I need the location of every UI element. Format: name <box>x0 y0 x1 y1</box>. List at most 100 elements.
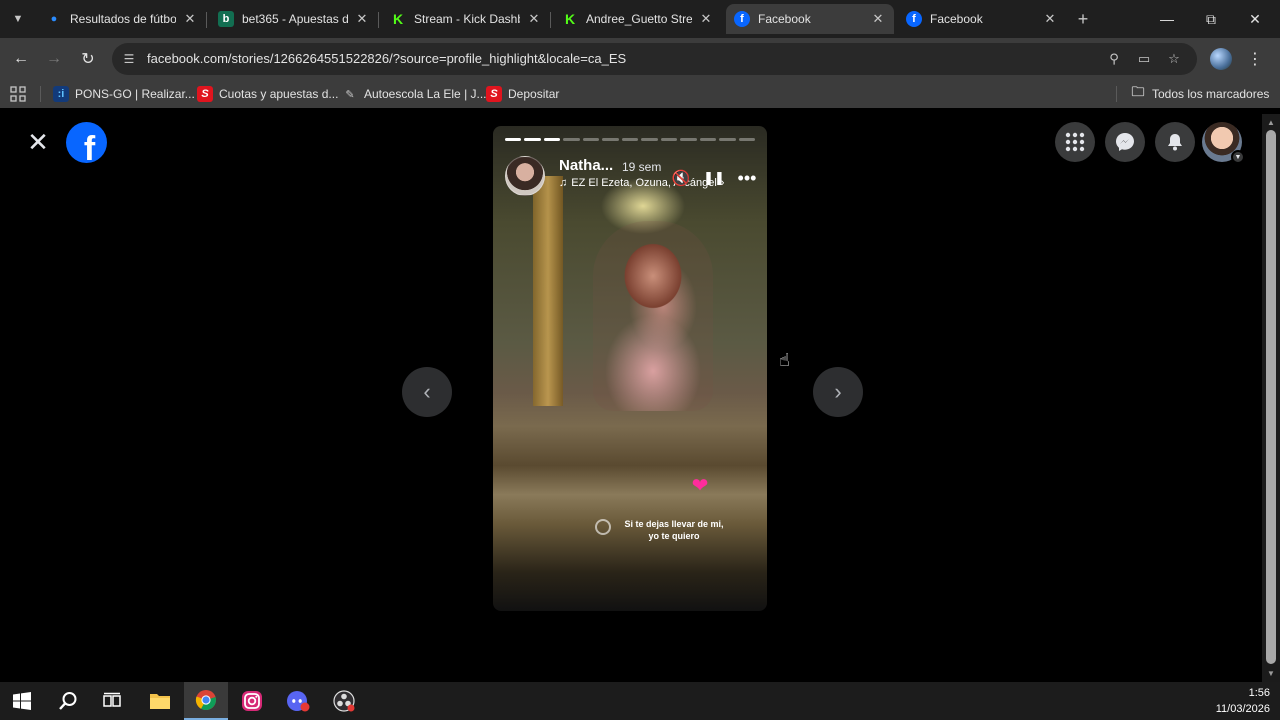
music-note-icon: ♫ <box>559 177 568 189</box>
story-author-name[interactable]: Natha... <box>559 157 613 174</box>
story-progress-segment <box>524 138 541 141</box>
heart-sticker-icon: ❤ <box>691 474 709 497</box>
back-button[interactable]: ← <box>8 46 34 72</box>
bookmark-autoescola[interactable]: ✎ Autoescola La Ele | J... <box>342 84 486 104</box>
site-info-icon[interactable]: ☰ <box>120 50 138 68</box>
bookmark-depositar[interactable]: S Depositar <box>486 84 559 104</box>
address-bar[interactable]: ☰ facebook.com/stories/1266264551522826/… <box>112 43 1197 75</box>
story-image-detail <box>533 176 563 406</box>
menu-grid-button[interactable] <box>1055 122 1095 162</box>
browser-toolbar: ← → ↻ ☰ facebook.com/stories/12662645515… <box>0 38 1280 80</box>
tab-bet365[interactable]: b bet365 - Apuestas de ✕ <box>210 4 378 34</box>
story-progress-segment <box>719 138 736 141</box>
pause-icon[interactable]: ❚❚ <box>703 168 725 188</box>
scroll-down-arrow-icon[interactable]: ▼ <box>1266 668 1276 678</box>
page-scrollbar[interactable]: ▲ ▼ <box>1262 114 1280 682</box>
tab-strip: ▼ ● Resultados de fútbol ✕ b bet365 - Ap… <box>0 0 1280 38</box>
reload-button[interactable]: ↻ <box>75 46 101 72</box>
more-options-icon[interactable]: ••• <box>737 168 757 188</box>
chevron-down-icon[interactable]: ▼ <box>1231 150 1245 164</box>
bookmark-separator <box>40 86 41 102</box>
facebook-logo[interactable]: f <box>66 122 107 163</box>
discord-taskbar-button[interactable] <box>276 682 320 720</box>
close-window-button[interactable]: ✕ <box>1233 0 1277 38</box>
mute-icon[interactable]: 🔇 <box>671 168 691 188</box>
story-progress-segment <box>602 138 619 141</box>
tab-kick-dashboard[interactable]: K Stream - Kick Dashb ✕ <box>382 4 550 34</box>
bookmark-pons[interactable]: :i PONS-GO | Realizar... <box>53 84 195 104</box>
browser-menu-icon[interactable]: ⋮ <box>1245 47 1265 71</box>
close-tab-icon[interactable]: ✕ <box>1042 11 1058 27</box>
obs-icon <box>333 690 355 712</box>
lyrics-icon <box>595 519 611 535</box>
story-progress-segment <box>582 138 600 141</box>
story-progress-segment <box>641 138 658 141</box>
next-story-button[interactable]: › <box>813 367 863 417</box>
story-card[interactable]: Natha... 19 sem ♫ EZ El Ezeta, Ozuna, Ar… <box>493 126 767 611</box>
story-progress-segment <box>621 138 639 141</box>
discord-icon <box>287 691 310 712</box>
apps-grid-icon[interactable] <box>10 86 26 102</box>
instagram-taskbar-button[interactable] <box>230 682 274 720</box>
bookmark-separator <box>1116 86 1117 102</box>
close-tab-icon[interactable]: ✕ <box>354 11 370 27</box>
search-icon <box>59 692 77 710</box>
hand-cursor-icon: ☝ <box>779 350 790 370</box>
url-text[interactable]: facebook.com/stories/1266264551522826/?s… <box>147 51 626 66</box>
sportium-icon: S <box>486 86 502 102</box>
bookmark-cuotas[interactable]: S Cuotas y apuestas d... <box>197 84 338 104</box>
profile-avatar[interactable] <box>1210 48 1232 70</box>
story-progress-segment <box>563 138 580 141</box>
search-button[interactable] <box>46 682 90 720</box>
chrome-icon <box>195 690 216 711</box>
cast-icon[interactable]: ▭ <box>1134 49 1154 69</box>
close-tab-icon[interactable]: ✕ <box>870 11 886 27</box>
task-view-icon <box>103 692 121 707</box>
story-progress-segment <box>738 138 756 141</box>
tab-resultados[interactable]: ● Resultados de fútbol ✕ <box>38 4 206 34</box>
previous-story-button[interactable]: ‹ <box>402 367 452 417</box>
tab-separator <box>378 12 379 28</box>
tab-facebook-active[interactable]: f Facebook ✕ <box>726 4 894 34</box>
story-author-avatar[interactable] <box>505 156 545 196</box>
livescore-icon: ● <box>50 13 58 25</box>
zoom-icon[interactable]: ⚲ <box>1104 49 1124 69</box>
new-tab-button[interactable]: + <box>1073 9 1093 29</box>
start-button[interactable] <box>0 682 44 720</box>
tab-andree-stream[interactable]: K Andree_Guetto Strea ✕ <box>554 4 722 34</box>
windows-taskbar: 1:56 11/03/2026 <box>0 682 1280 720</box>
close-tab-icon[interactable]: ✕ <box>182 11 198 27</box>
file-explorer-button[interactable] <box>138 682 182 720</box>
minimize-button[interactable]: — <box>1145 0 1189 38</box>
story-progress-bar <box>505 138 756 141</box>
taskbar-clock[interactable]: 1:56 11/03/2026 <box>1200 685 1270 717</box>
restore-button[interactable]: ⧉ <box>1189 0 1233 38</box>
facebook-icon: f <box>734 11 750 27</box>
bookmarks-bar: :i PONS-GO | Realizar... S Cuotas y apue… <box>0 80 1280 108</box>
messenger-icon <box>1116 133 1134 151</box>
autoescola-icon: ✎ <box>345 88 355 101</box>
sportium-icon: S <box>197 86 213 102</box>
close-stories-button[interactable]: ✕ <box>26 129 50 155</box>
story-lyric-text: Si te dejas llevar de mi, yo te quiero <box>624 519 724 541</box>
close-tab-icon[interactable]: ✕ <box>526 11 542 27</box>
story-image-subject <box>593 221 713 411</box>
all-bookmarks-button[interactable]: 🗀 Todos los marcadores <box>1130 84 1269 104</box>
chevron-left-icon: ‹ <box>423 379 431 404</box>
tab-facebook[interactable]: f Facebook ✕ <box>898 4 1066 34</box>
folder-icon <box>150 694 170 709</box>
forward-button[interactable]: → <box>41 46 67 72</box>
tab-search-button[interactable]: ▼ <box>6 7 30 31</box>
notifications-button[interactable] <box>1155 122 1195 162</box>
story-music-attribution[interactable]: ♫ EZ El Ezeta, Ozuna, Arcángel › <box>559 177 724 189</box>
bookmark-star-icon[interactable]: ☆ <box>1164 49 1184 69</box>
task-view-button[interactable] <box>90 682 134 720</box>
chrome-taskbar-button[interactable] <box>184 682 228 720</box>
messenger-button[interactable] <box>1105 122 1145 162</box>
scroll-up-arrow-icon[interactable]: ▲ <box>1266 117 1276 127</box>
scrollbar-thumb[interactable] <box>1266 130 1276 664</box>
close-tab-icon[interactable]: ✕ <box>698 11 714 27</box>
facebook-icon: f <box>906 11 922 27</box>
obs-taskbar-button[interactable] <box>322 682 366 720</box>
instagram-icon <box>242 691 262 711</box>
